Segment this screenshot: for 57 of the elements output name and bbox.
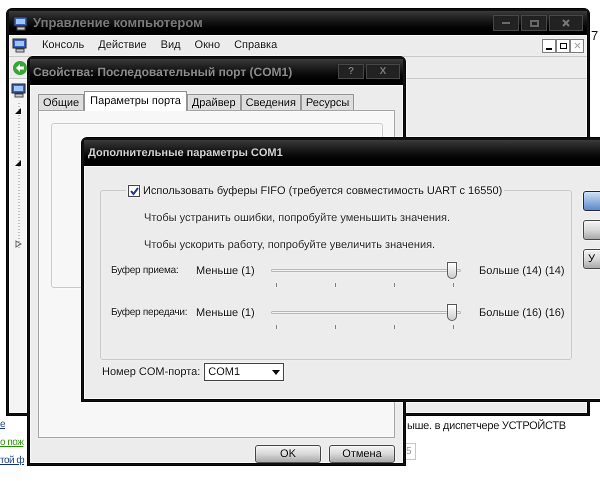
slider-value: (16) — [545, 306, 565, 321]
com-port-select[interactable]: COM1 — [204, 363, 284, 381]
computer-icon — [12, 38, 28, 53]
menu-item[interactable]: Консоль — [42, 37, 84, 54]
window-title: Свойства: Последовательный порт (COM1) — [33, 64, 292, 81]
maximize-button[interactable] — [521, 15, 547, 31]
menu-item[interactable]: Окно — [194, 37, 220, 54]
tick-mark — [276, 283, 277, 287]
checkmark-icon — [130, 186, 138, 196]
close-icon — [562, 19, 570, 27]
slider-label: Буфер приема: — [111, 264, 180, 278]
slider-thumb[interactable] — [447, 304, 457, 321]
restore-button[interactable] — [556, 38, 570, 52]
close-button[interactable]: X — [366, 64, 400, 80]
dropdown-arrow-icon — [272, 370, 280, 374]
menu-item[interactable]: Вид — [160, 37, 181, 54]
tick-mark — [394, 325, 395, 329]
slider-thumb[interactable] — [447, 262, 457, 279]
side-button[interactable]: У — [583, 249, 600, 269]
checkbox[interactable] — [128, 185, 140, 198]
slider-max-label: Больше (16) — [479, 306, 543, 321]
computer-icon — [13, 16, 29, 30]
tab[interactable]: Общие — [38, 94, 84, 111]
slider-min-label: Меньше (1) — [196, 306, 256, 321]
tick-mark — [453, 283, 454, 287]
tab[interactable]: Драйвер — [186, 94, 241, 111]
help-button[interactable]: ? — [338, 64, 364, 80]
tick-mark — [335, 283, 336, 287]
dialog-button[interactable]: OK — [255, 445, 321, 463]
tab[interactable]: Параметры порта — [84, 90, 187, 111]
hint-text: Чтобы устранить ошибки, попробуйте уменьшить значения. — [144, 211, 450, 226]
com-port-label: Номер COM-порта: — [102, 364, 200, 380]
page-link[interactable]: о пож — [0, 436, 24, 450]
page-text: 7 — [591, 27, 598, 45]
page-link[interactable]: той ф — [0, 454, 24, 468]
dialog-button[interactable]: Отмена — [329, 445, 395, 463]
window-title: Управление компьютером — [33, 14, 203, 32]
close-button[interactable] — [549, 15, 583, 31]
slider-value: (14) — [545, 264, 565, 279]
close-icon — [574, 42, 580, 49]
slider-min-label: Меньше (1) — [196, 264, 256, 279]
menu-item[interactable]: Действие — [98, 37, 147, 54]
hint-text: Чтобы ускорить работу, попробуйте увеличить значения. — [144, 238, 436, 252]
slider-max-label: Больше (14) — [479, 264, 543, 279]
window-title: Дополнительные параметры COM1 — [88, 146, 283, 161]
slider-label: Буфер передачи: — [111, 306, 188, 320]
tick-mark — [335, 325, 336, 329]
tick-mark — [394, 283, 395, 287]
page-link[interactable]: е — [0, 418, 24, 432]
menu-item[interactable]: Справка — [234, 37, 278, 54]
page-text: ыше. в диспетчере УСТРОЙСТВ — [407, 418, 566, 434]
minimize-button[interactable] — [542, 38, 556, 52]
tab[interactable]: Сведения — [240, 94, 301, 111]
checkbox-label: Использовать буферы FIFO (требуется совместимость UART с 16550) — [143, 184, 502, 199]
tick-mark — [276, 325, 277, 329]
tab[interactable]: Ресурсы — [300, 94, 354, 111]
tick-mark — [453, 325, 454, 329]
